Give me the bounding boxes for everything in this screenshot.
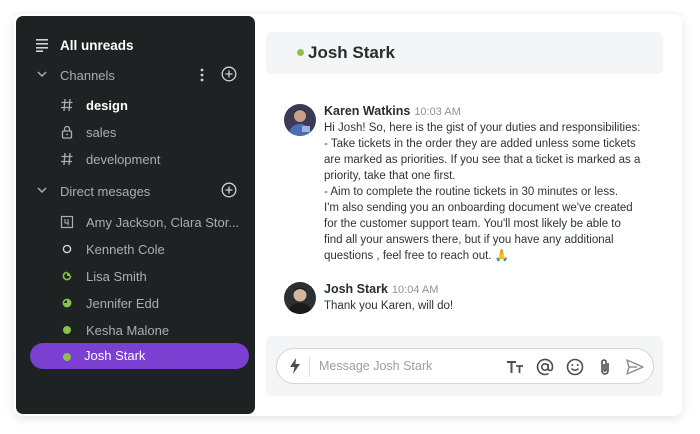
send-icon[interactable]	[625, 357, 645, 377]
avatar[interactable]	[284, 282, 316, 314]
text-format-icon[interactable]	[505, 357, 525, 377]
dm-label: Jennifer Edd	[86, 296, 159, 311]
channel-label: development	[86, 152, 161, 167]
dm-group[interactable]: Amy Jackson, Clara Stor...	[16, 211, 255, 235]
dm-jennifer-edd[interactable]: Jennifer Edd	[16, 292, 255, 316]
direct-messages-section-header[interactable]: Direct mesages	[16, 180, 255, 204]
channels-section-header[interactable]: Channels	[16, 64, 255, 88]
message-time: 10:03 AM	[414, 106, 461, 118]
dm-lisa-smith[interactable]: Lisa Smith	[16, 265, 255, 289]
message-body: Hi Josh! So, here is the gist of your du…	[324, 122, 641, 262]
channel-design[interactable]: design	[16, 94, 255, 118]
channels-label: Channels	[60, 68, 115, 83]
dm-josh-stark[interactable]: Josh Stark	[30, 343, 249, 369]
add-dm-icon[interactable]	[221, 182, 237, 198]
channel-development[interactable]: development	[16, 148, 255, 172]
channel-label: design	[86, 98, 128, 113]
dm-kenneth-cole[interactable]: Kenneth Cole	[16, 238, 255, 262]
message-composer[interactable]: Message Josh Stark	[276, 348, 654, 384]
lock-icon	[61, 125, 73, 139]
all-unreads-label: All unreads	[60, 38, 134, 53]
chat-title: Josh Stark	[308, 43, 395, 62]
app-window: All unreads Channels design sales develo…	[14, 14, 682, 416]
sidebar: All unreads Channels design sales develo…	[16, 16, 255, 414]
message-author[interactable]: Josh Stark 10:04 AM	[324, 282, 438, 296]
status-mostly-icon	[62, 298, 72, 308]
dm-label: Lisa Smith	[86, 269, 147, 284]
chevron-down-icon[interactable]	[36, 184, 48, 196]
channel-label: sales	[86, 125, 117, 140]
status-online-icon	[63, 326, 71, 334]
unreads-list-icon	[36, 39, 48, 52]
avatar[interactable]	[284, 104, 316, 136]
chevron-down-icon[interactable]	[36, 68, 48, 80]
channel-sales[interactable]: sales	[16, 121, 255, 145]
chat-pane: Josh Stark Karen Watkins 10:03 AM Hi Josh…	[266, 30, 664, 414]
emoji-icon[interactable]	[565, 357, 585, 377]
message-time: 10:04 AM	[391, 284, 439, 296]
message-body: Thank you Karen, will do!	[324, 300, 454, 312]
mention-icon[interactable]	[535, 357, 555, 377]
dm-label: Kesha Malone	[86, 323, 170, 338]
dm-label: Kenneth Cole	[86, 242, 165, 257]
hash-icon	[61, 152, 73, 166]
dm-label: Amy Jackson, Clara Stor...	[86, 215, 240, 230]
dm-kesha-malone[interactable]: Kesha Malone	[16, 319, 255, 343]
hash-icon	[61, 98, 73, 112]
message-input[interactable]: Message Josh Stark	[319, 359, 432, 373]
all-unreads-item[interactable]: All unreads	[16, 34, 255, 58]
dm-label: Josh Stark	[84, 348, 146, 363]
more-options-icon[interactable]	[199, 67, 205, 83]
direct-messages-label: Direct mesages	[60, 184, 151, 199]
status-partial-icon	[62, 271, 72, 281]
group-dm-icon	[60, 215, 74, 229]
attachment-icon[interactable]	[595, 357, 615, 377]
divider	[309, 357, 310, 377]
message-author[interactable]: Karen Watkins 10:03 AM	[324, 104, 461, 118]
lightning-icon[interactable]	[289, 358, 301, 374]
chat-header: Josh Stark	[266, 32, 663, 74]
add-channel-icon[interactable]	[221, 66, 237, 82]
status-offline-icon	[62, 244, 72, 254]
status-online-icon	[297, 49, 304, 56]
status-online-icon	[63, 353, 71, 361]
